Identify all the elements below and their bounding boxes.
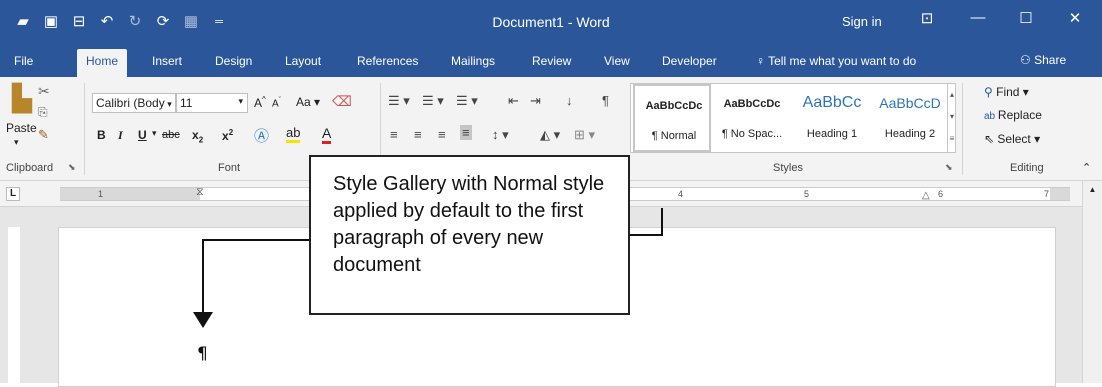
callout-connector bbox=[630, 208, 663, 236]
callout-box: Style Gallery with Normal style applied … bbox=[309, 155, 630, 315]
callout-arrow-line bbox=[202, 239, 309, 315]
paragraph-mark: ¶ bbox=[197, 344, 208, 364]
arrow-head-icon bbox=[193, 312, 213, 328]
